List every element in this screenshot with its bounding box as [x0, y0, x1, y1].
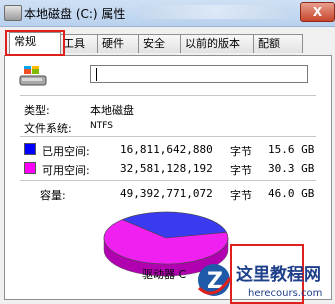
free-space-swatch — [24, 162, 36, 174]
divider-top — [20, 95, 316, 96]
used-space-size: 15.6 GB — [268, 143, 315, 156]
close-button[interactable]: X — [300, 2, 335, 22]
capacity-size: 46.0 GB — [268, 187, 315, 200]
used-space-swatch — [24, 143, 36, 155]
site-watermark: Z 这里教程网 herecours.com — [197, 264, 322, 299]
title-bar-blur — [140, 5, 290, 19]
used-space-unit: 字节 — [230, 145, 252, 158]
capacity-label: 容量: — [40, 189, 66, 202]
divider-middle — [20, 136, 316, 137]
watermark-text-cn: 这里教程网 — [236, 264, 321, 285]
general-tab-highlight — [5, 30, 65, 56]
free-space-size: 30.3 GB — [268, 162, 315, 175]
divider-bottom — [20, 180, 316, 181]
free-space-label: 可用空间: — [42, 164, 90, 177]
window-title: 本地磁盘 (C:) 属性 — [24, 7, 126, 21]
local-disk-icon — [19, 66, 47, 86]
tab-previous-versions[interactable]: 以前的版本 — [180, 34, 260, 53]
drive-icon — [4, 5, 22, 21]
drive-label: 驱动器 C — [142, 268, 187, 281]
capacity-bytes: 49,392,771,072 — [120, 187, 213, 200]
type-value: 本地磁盘 — [90, 104, 134, 117]
title-bar: 本地磁盘 (C:) 属性 X — [0, 0, 335, 27]
free-space-bytes: 32,581,128,192 — [120, 162, 213, 175]
filesystem-value: NTFS — [90, 121, 113, 131]
text-caret — [96, 68, 97, 81]
filesystem-label: 文件系统: — [24, 122, 72, 135]
capacity-unit: 字节 — [230, 189, 252, 202]
free-space-unit: 字节 — [230, 164, 252, 177]
drive-name-input[interactable] — [90, 65, 308, 83]
watermark-text-en: herecours.com — [248, 288, 322, 299]
tab-security[interactable]: 安全 — [138, 34, 186, 53]
used-space-bytes: 16,811,642,880 — [120, 143, 213, 156]
type-label: 类型: — [24, 104, 50, 117]
tab-quota[interactable]: 配额 — [253, 34, 303, 53]
used-space-label: 已用空间: — [42, 145, 90, 158]
